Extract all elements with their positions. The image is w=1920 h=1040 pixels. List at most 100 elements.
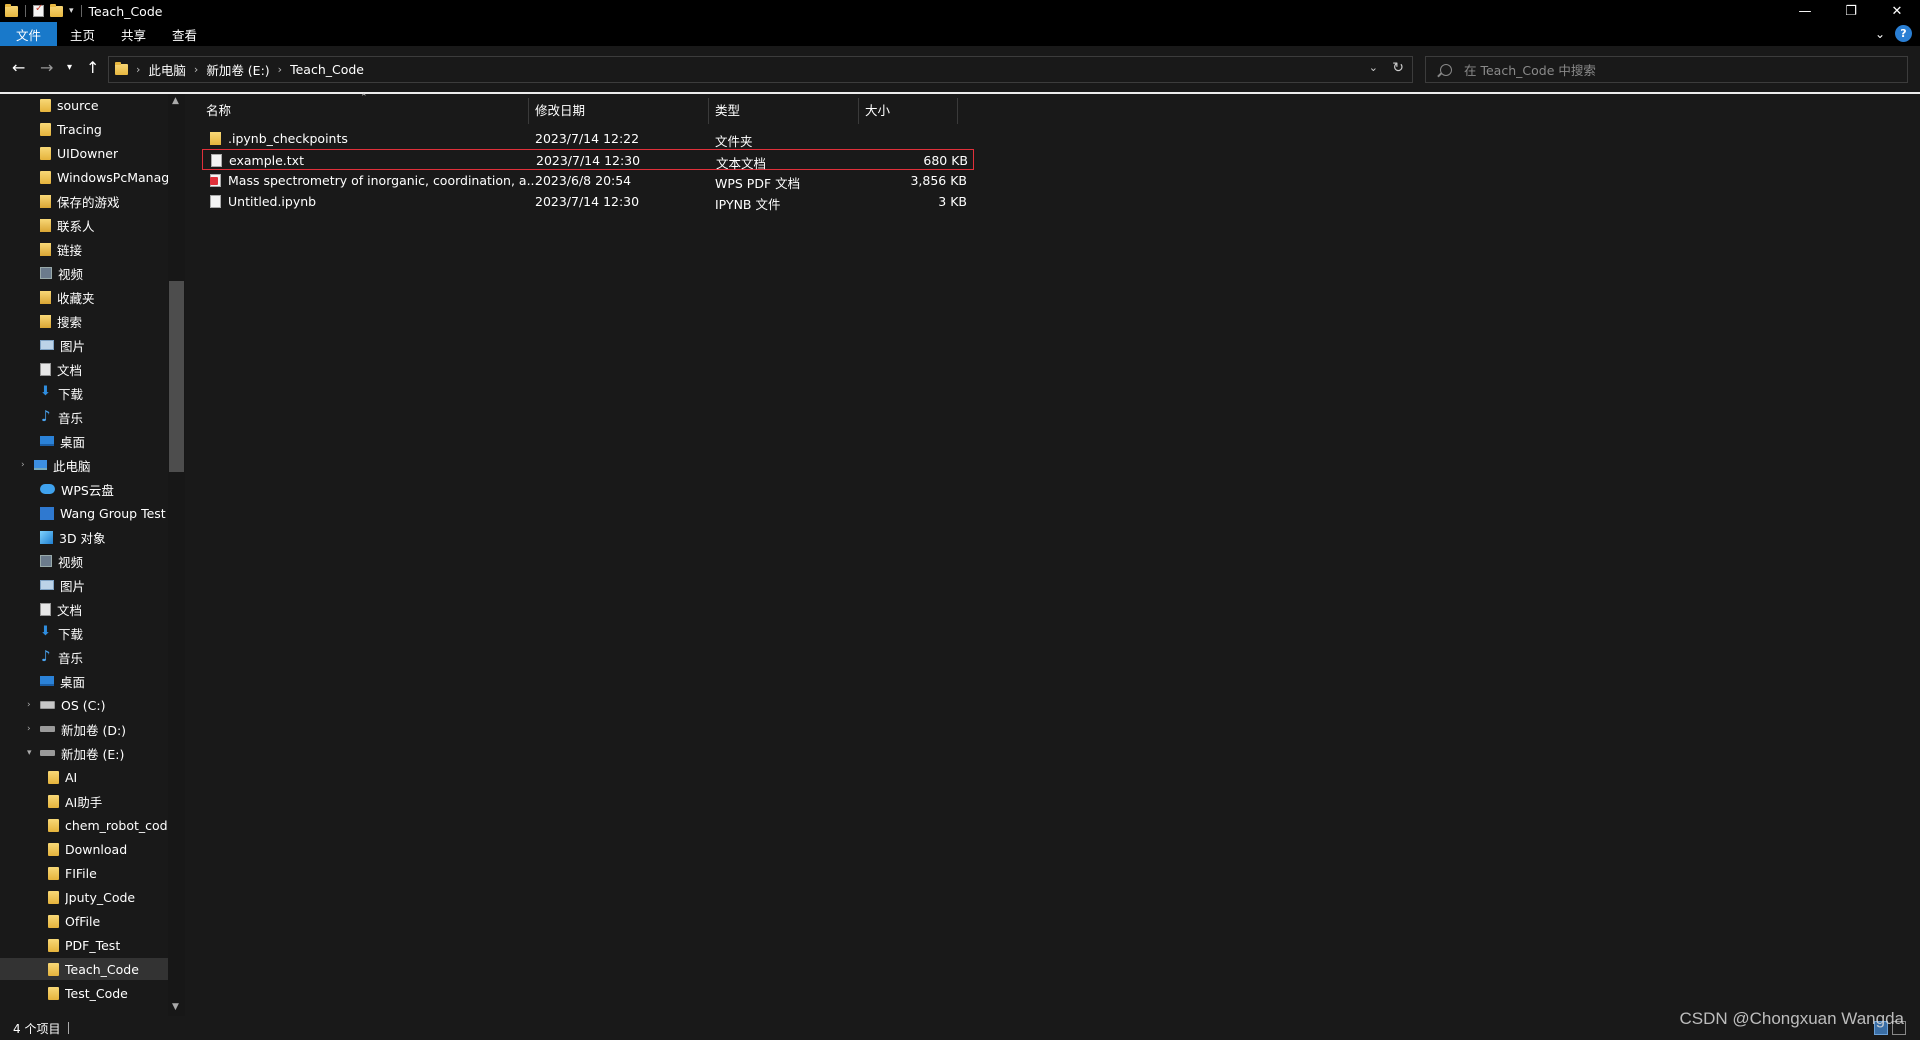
column-header-name[interactable]: 名称: [206, 94, 231, 124]
breadcrumb-teach-code[interactable]: Teach_Code: [290, 62, 364, 77]
sidebar-item[interactable]: 桌面: [0, 670, 168, 692]
sidebar-item[interactable]: › 新加卷 (D:): [0, 718, 168, 740]
scroll-down-icon[interactable]: ▼: [172, 1002, 179, 1012]
sidebar-item[interactable]: 视频: [0, 550, 168, 572]
sidebar-item[interactable]: chem_robot_code: [0, 814, 168, 836]
sidebar-item[interactable]: 图片: [0, 334, 168, 356]
column-divider[interactable]: [528, 98, 529, 124]
sidebar-item[interactable]: ▾ 新加卷 (E:): [0, 742, 168, 764]
sidebar-item[interactable]: Download: [0, 838, 168, 860]
sidebar-item[interactable]: 视频: [0, 262, 168, 284]
sidebar-item[interactable]: Test_Code: [0, 982, 168, 1004]
sidebar-item[interactable]: 链接: [0, 238, 168, 260]
sidebar-item[interactable]: Wang Group Test: [0, 502, 168, 524]
sidebar-item[interactable]: AI: [0, 766, 168, 788]
sidebar-item[interactable]: 音乐: [0, 406, 168, 428]
breadcrumb-this-pc[interactable]: 此电脑: [148, 60, 186, 79]
refresh-icon[interactable]: ↻: [1392, 60, 1404, 76]
breadcrumb-drive-e[interactable]: 新加卷 (E:): [206, 60, 269, 79]
sidebar-item[interactable]: 保存的游戏: [0, 190, 168, 212]
sidebar-item[interactable]: Tracing: [0, 118, 168, 140]
sidebar-item[interactable]: PDF_Test: [0, 934, 168, 956]
sidebar-item[interactable]: UIDowner: [0, 142, 168, 164]
sidebar-scrollbar-track[interactable]: [168, 94, 185, 1016]
column-header-date[interactable]: 修改日期: [535, 94, 585, 124]
sidebar-item[interactable]: 音乐: [0, 646, 168, 668]
breadcrumb-chevron-icon[interactable]: ›: [278, 63, 282, 76]
sidebar-item[interactable]: Jputy_Code: [0, 886, 168, 908]
customize-toolbar-icon[interactable]: ▾: [69, 6, 74, 16]
file-row[interactable]: Mass spectrometry of inorganic, coordina…: [202, 170, 974, 191]
sidebar-item[interactable]: 联系人: [0, 214, 168, 236]
sidebar-item-label: 收藏夹: [57, 290, 95, 306]
tab-home[interactable]: 主页: [57, 22, 108, 46]
address-dropdown-icon[interactable]: ⌄: [1369, 61, 1378, 74]
sidebar-item-label: Jputy_Code: [65, 889, 136, 905]
back-arrow-icon[interactable]: ←: [12, 58, 25, 77]
chevron-right-icon[interactable]: ›: [21, 460, 25, 470]
sidebar-item[interactable]: 下载: [0, 622, 168, 644]
sidebar-item-label: 视频: [58, 554, 84, 570]
sidebar-item-label: 此电脑: [53, 458, 91, 474]
sidebar-item-label: OS (C:): [61, 697, 106, 713]
sidebar-item[interactable]: FIFile: [0, 862, 168, 884]
sidebar-item[interactable]: 搜索: [0, 310, 168, 332]
file-row[interactable]: Untitled.ipynb 2023/7/14 12:30 IPYNB 文件 3 K…: [202, 191, 974, 212]
sidebar-item[interactable]: OfFile: [0, 910, 168, 932]
desktop-icon: [40, 676, 54, 686]
chevron-right-icon[interactable]: ›: [27, 700, 31, 710]
column-divider[interactable]: [708, 98, 709, 124]
file-row[interactable]: example.txt 2023/7/14 12:30 文本文档 680 KB: [202, 149, 974, 171]
chevron-down-icon[interactable]: ▾: [27, 748, 32, 758]
tab-view[interactable]: 查看: [159, 22, 210, 46]
sidebar-scrollbar-thumb[interactable]: [169, 281, 184, 472]
sidebar-item[interactable]: 文档: [0, 358, 168, 380]
help-icon[interactable]: ?: [1895, 25, 1912, 42]
column-divider[interactable]: [858, 98, 859, 124]
folder-icon: [40, 98, 51, 112]
column-divider[interactable]: [957, 98, 958, 124]
file-row[interactable]: .ipynb_checkpoints 2023/7/14 12:22 文件夹: [202, 128, 974, 149]
sidebar-item[interactable]: 图片: [0, 574, 168, 596]
sidebar-item[interactable]: 下载: [0, 382, 168, 404]
sidebar-item[interactable]: Teach_Code: [0, 958, 168, 980]
recent-locations-icon[interactable]: ▾: [67, 62, 72, 73]
folder-icon: [40, 122, 51, 136]
navigation-pane[interactable]: source Tracing UIDowner WindowsPcManag 保存的游戏…: [0, 94, 186, 1016]
sidebar-item-label: Test_Code: [65, 985, 128, 1001]
sidebar-item-label: 3D 对象: [59, 530, 106, 546]
new-folder-icon[interactable]: [50, 3, 63, 17]
breadcrumb-chevron-icon[interactable]: ›: [194, 63, 198, 76]
search-box[interactable]: 在 Teach_Code 中搜索: [1425, 56, 1908, 83]
tab-file[interactable]: 文件: [0, 22, 58, 46]
tab-share[interactable]: 共享: [108, 22, 159, 46]
sidebar-item[interactable]: WindowsPcManag: [0, 166, 168, 188]
expand-ribbon-icon[interactable]: ⌄: [1875, 27, 1885, 41]
favorites-icon: [40, 290, 51, 304]
address-bar[interactable]: › 此电脑 › 新加卷 (E:) › Teach_Code ⌄ ↻: [108, 56, 1413, 83]
up-arrow-icon[interactable]: ↑: [86, 58, 99, 77]
file-list-pane[interactable]: ⌃ 名称 修改日期 类型 大小 .ipynb_checkpoints 2023/7…: [186, 93, 1920, 1016]
sidebar-item[interactable]: source: [0, 94, 168, 116]
column-header-type[interactable]: 类型: [715, 94, 740, 124]
minimize-button[interactable]: —: [1782, 0, 1828, 22]
forward-arrow-icon[interactable]: →: [40, 58, 53, 77]
close-button[interactable]: ✕: [1874, 0, 1920, 22]
column-header-size[interactable]: 大小: [865, 94, 890, 124]
properties-icon[interactable]: [33, 3, 44, 17]
sidebar-item[interactable]: › OS (C:): [0, 694, 168, 716]
restore-button[interactable]: ❐: [1828, 0, 1874, 22]
sidebar-item[interactable]: 收藏夹: [0, 286, 168, 308]
sidebar-item[interactable]: AI助手: [0, 790, 168, 812]
sidebar-item[interactable]: 3D 对象: [0, 526, 168, 548]
search-input[interactable]: 在 Teach_Code 中搜索: [1464, 60, 1596, 79]
sidebar-item[interactable]: WPS云盘: [0, 478, 168, 500]
sidebar-item[interactable]: 文档: [0, 598, 168, 620]
folder-icon: [210, 132, 221, 145]
breadcrumb-chevron-icon[interactable]: ›: [136, 63, 140, 76]
scroll-up-icon[interactable]: ▲: [172, 96, 179, 106]
sidebar-item[interactable]: › 此电脑: [0, 454, 168, 476]
qa-separator: [80, 5, 82, 17]
sidebar-item[interactable]: 桌面: [0, 430, 168, 452]
chevron-right-icon[interactable]: ›: [27, 724, 31, 734]
